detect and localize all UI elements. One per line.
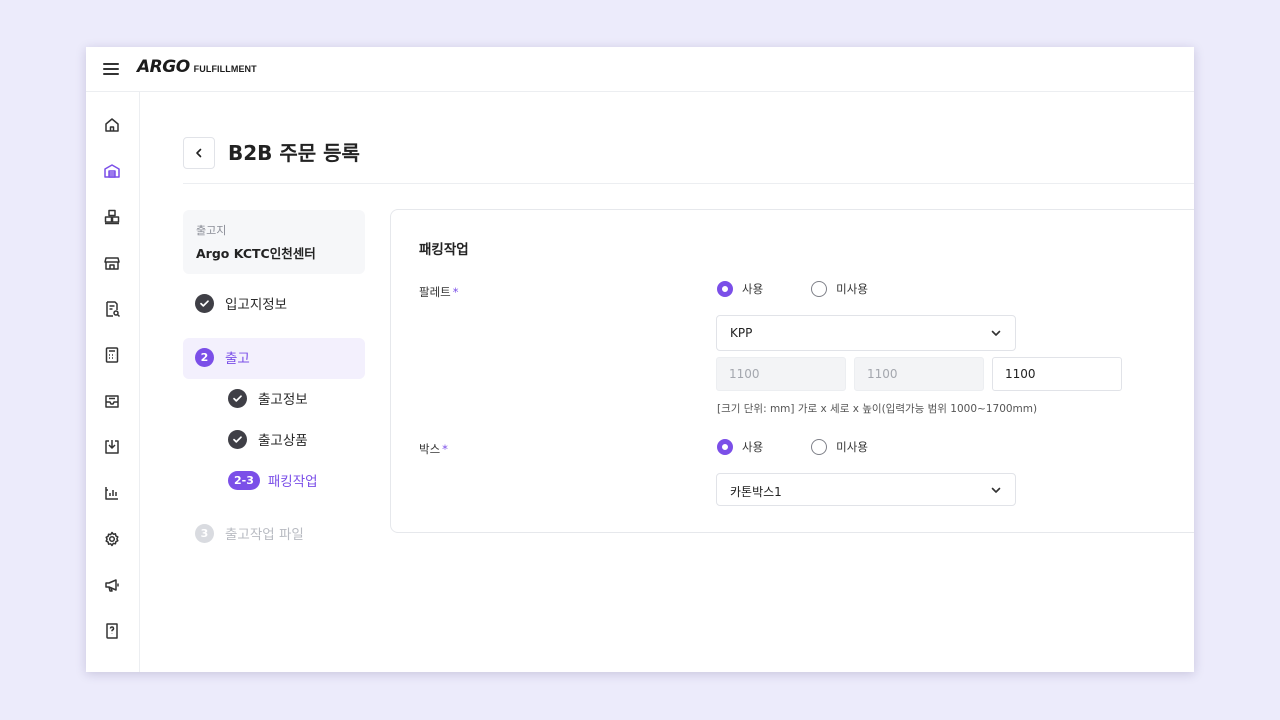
box-use-radio[interactable]: 사용 xyxy=(717,439,763,455)
substep-packing[interactable]: 2-3 패킹작업 xyxy=(228,470,318,490)
logo-mark: ARGO xyxy=(137,57,190,77)
chevron-down-icon xyxy=(991,487,1001,493)
origin-box: 출고지 Argo KCTC인천센터 xyxy=(183,210,365,274)
inventory-icon[interactable] xyxy=(103,208,121,226)
step-label: 패킹작업 xyxy=(267,474,318,490)
select-value: KPP xyxy=(730,326,753,340)
origin-value: Argo KCTC인천센터 xyxy=(196,246,316,261)
step-label: 출고상품 xyxy=(258,433,308,449)
sidebar xyxy=(86,92,140,672)
check-circle-icon xyxy=(195,293,214,313)
substep-outbound-info[interactable]: 출고정보 xyxy=(228,388,308,408)
required-mark: * xyxy=(442,442,448,456)
pallet-label: 팔레트 * xyxy=(419,284,459,300)
box-nouse-radio[interactable]: 미사용 xyxy=(811,439,868,455)
step-label: 출고작업 파일 xyxy=(225,527,304,543)
step-number-badge: 2 xyxy=(195,347,214,367)
step-label: 출고 xyxy=(225,351,250,367)
store-icon[interactable] xyxy=(103,254,121,272)
radio-label: 사용 xyxy=(742,282,764,296)
chevron-down-icon xyxy=(991,330,1001,336)
pallet-type-select[interactable]: KPP xyxy=(716,315,1016,351)
help-book-icon[interactable] xyxy=(103,622,121,640)
radio-label: 미사용 xyxy=(836,282,868,296)
box-label-text: 박스 xyxy=(419,442,441,456)
check-circle-icon xyxy=(228,429,247,449)
radio-label: 미사용 xyxy=(836,440,868,454)
inbox-icon[interactable] xyxy=(103,392,121,410)
radio-unselected-icon xyxy=(811,281,828,297)
menu-icon[interactable] xyxy=(103,60,119,78)
radio-selected-icon xyxy=(717,281,733,297)
check-circle-icon xyxy=(228,388,247,408)
warehouse-icon[interactable] xyxy=(103,162,121,180)
step-outbound[interactable]: 2 출고 xyxy=(195,347,250,367)
logo[interactable]: ARGO FULFILLMENT xyxy=(137,57,257,77)
pallet-height-input[interactable] xyxy=(992,357,1122,391)
pallet-depth-input[interactable] xyxy=(854,357,984,391)
required-mark: * xyxy=(452,285,459,299)
box-label: 박스 * xyxy=(419,441,448,457)
pallet-nouse-radio[interactable]: 미사용 xyxy=(811,281,868,297)
home-icon[interactable] xyxy=(103,116,121,134)
logo-subtitle: FULFILLMENT xyxy=(193,64,257,74)
step-label: 입고지정보 xyxy=(225,297,288,313)
gear-icon[interactable] xyxy=(103,530,121,548)
radio-selected-icon xyxy=(717,439,733,455)
pallet-radio-group: 사용 미사용 xyxy=(717,281,894,297)
back-button[interactable] xyxy=(183,137,215,169)
document-search-icon[interactable] xyxy=(103,300,121,318)
origin-label: 출고지 xyxy=(196,224,227,237)
step-label: 출고정보 xyxy=(258,392,308,408)
chevron-left-icon xyxy=(196,148,202,158)
substep-outbound-products[interactable]: 출고상품 xyxy=(228,429,308,449)
top-bar: ARGO FULFILLMENT xyxy=(86,47,1194,92)
app-window: ARGO FULFILLMENT B2B 주문 등록 출고지 Argo KCTC… xyxy=(86,47,1194,672)
step-inbound-info[interactable]: 입고지정보 xyxy=(195,293,287,313)
pallet-width-input[interactable] xyxy=(716,357,846,391)
radio-unselected-icon xyxy=(811,439,828,455)
box-type-select[interactable]: 카톤박스1 xyxy=(716,473,1016,506)
pallet-size-hint: [크기 단위: mm] 가로 x 세로 x 높이(입력가능 범위 1000~17… xyxy=(717,403,1038,415)
box-radio-group: 사용 미사용 xyxy=(717,439,894,455)
megaphone-icon[interactable] xyxy=(103,576,121,594)
title-divider xyxy=(183,183,1194,184)
pallet-label-text: 팔레트 xyxy=(419,285,451,299)
packing-form-card: 패킹작업 팔레트* 사용 미사용 KPP [크기 단위: mm] 가로 x 세로… xyxy=(390,209,1194,533)
step-number-badge: 3 xyxy=(195,523,214,543)
pallet-use-radio[interactable]: 사용 xyxy=(717,281,763,297)
calculator-icon[interactable] xyxy=(103,346,121,364)
download-icon[interactable] xyxy=(103,438,121,456)
step-outbound-file[interactable]: 3 출고작업 파일 xyxy=(195,523,304,543)
select-value: 카톤박스1 xyxy=(730,485,782,499)
page-title: B2B 주문 등록 xyxy=(228,141,360,165)
step-number-badge: 2-3 xyxy=(228,470,260,490)
chart-icon[interactable] xyxy=(103,484,121,502)
section-title: 패킹작업 xyxy=(419,242,469,258)
radio-label: 사용 xyxy=(742,440,764,454)
